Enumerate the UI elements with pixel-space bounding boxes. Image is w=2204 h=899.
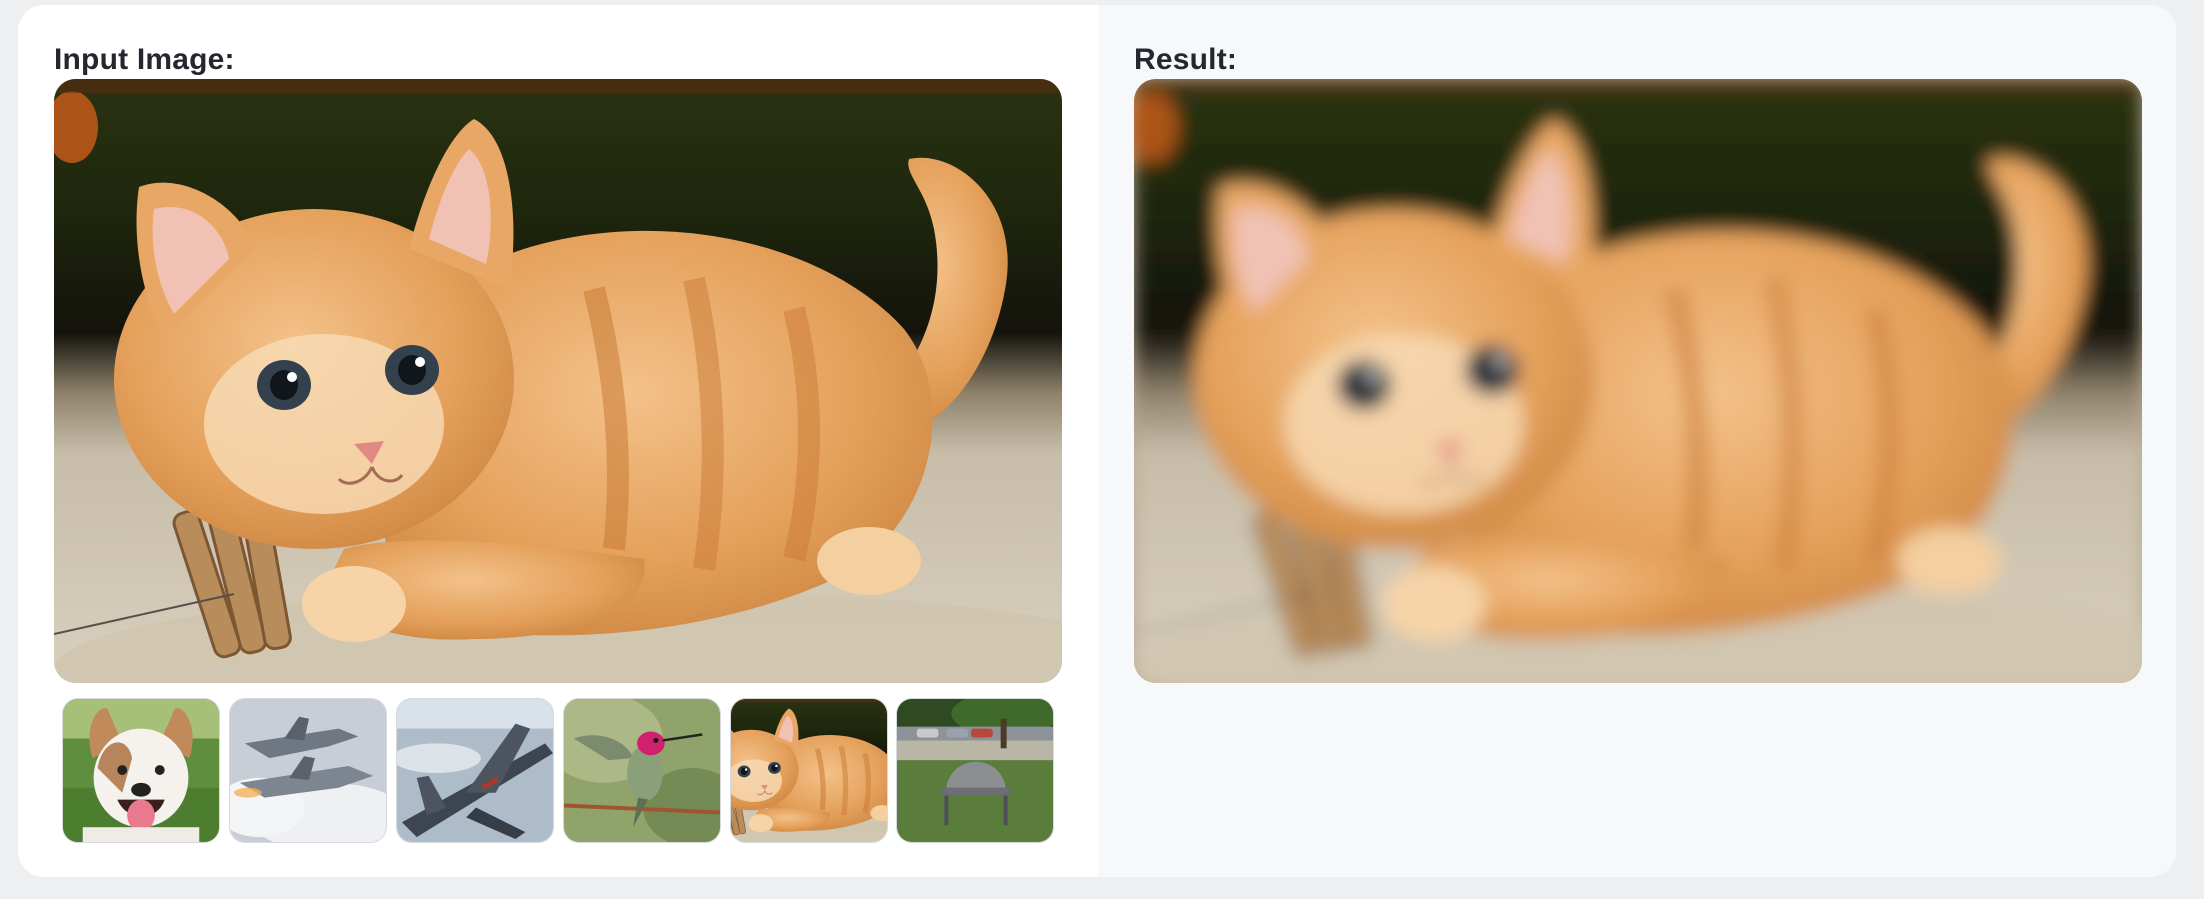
example-jet-aircraft[interactable] bbox=[396, 698, 554, 843]
example-kitten[interactable] bbox=[730, 698, 888, 843]
result-image bbox=[1134, 79, 2142, 683]
example-fighter-jets[interactable] bbox=[229, 698, 387, 843]
page-bottom-strip bbox=[0, 880, 2204, 899]
example-dog[interactable] bbox=[62, 698, 220, 843]
fighter-jets-photo-icon bbox=[230, 699, 386, 842]
example-park-bench[interactable] bbox=[896, 698, 1054, 843]
input-image[interactable] bbox=[54, 79, 1062, 683]
example-hummingbird[interactable] bbox=[563, 698, 721, 843]
hummingbird-photo-icon bbox=[564, 699, 720, 842]
kitten-photo-blurred-icon bbox=[1134, 79, 2142, 683]
park-bench-photo-icon bbox=[897, 699, 1053, 842]
kitten-photo-icon bbox=[54, 79, 1062, 683]
dog-photo-icon bbox=[63, 699, 219, 842]
input-image-label: Input Image: bbox=[54, 43, 235, 76]
kitten-photo-icon bbox=[731, 699, 887, 842]
app-card: Input Image: Result: bbox=[18, 5, 2176, 877]
result-label: Result: bbox=[1134, 43, 1238, 76]
jet-aircraft-photo-icon bbox=[397, 699, 553, 842]
